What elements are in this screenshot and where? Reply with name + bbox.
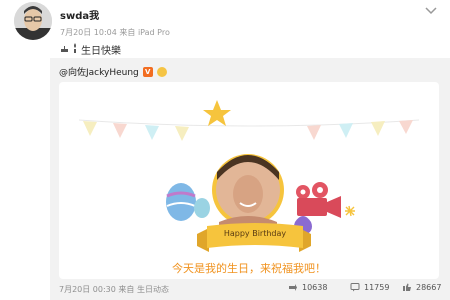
banner-text: Happy Birthday	[223, 229, 287, 238]
like-stat[interactable]: 28667	[402, 282, 441, 292]
forward-count: 10638	[302, 282, 328, 292]
repost-block: @向佐JackyHeung V Happy Birthday 今天是我的生日，来…	[50, 58, 450, 300]
chevron-down-icon[interactable]	[424, 2, 438, 15]
emoji-icon	[156, 66, 167, 77]
forward-icon	[289, 284, 297, 291]
repost-mention: @向佐JackyHeung V	[59, 65, 167, 78]
post-text: 生日快樂	[60, 42, 121, 57]
post-text-content: 生日快樂	[81, 46, 121, 57]
author-avatar[interactable]	[14, 2, 52, 40]
like-icon	[403, 283, 411, 291]
candle-icon	[72, 43, 78, 56]
like-count: 28667	[416, 282, 442, 292]
repost-footer: 7月20日 00:30 来自 生日动态	[59, 285, 169, 294]
comment-stat[interactable]: 11759	[350, 282, 389, 292]
card-message: 今天是我的生日，来祝福我吧！	[172, 262, 326, 275]
birthday-card-illustration	[78, 100, 420, 252]
forward-stat[interactable]: 10638	[288, 282, 327, 292]
author-name[interactable]: swda我	[60, 7, 99, 22]
birthday-card[interactable]: Happy Birthday 今天是我的生日，来祝福我吧！	[59, 82, 439, 279]
verified-badge-icon: V	[142, 66, 153, 77]
cake-icon	[60, 44, 69, 56]
comment-icon	[350, 283, 360, 292]
post-meta: 7月20日 10:04 来自 iPad Pro	[60, 28, 170, 37]
mention-link[interactable]: @向佐JackyHeung	[59, 65, 139, 78]
comment-count: 11759	[364, 282, 390, 292]
